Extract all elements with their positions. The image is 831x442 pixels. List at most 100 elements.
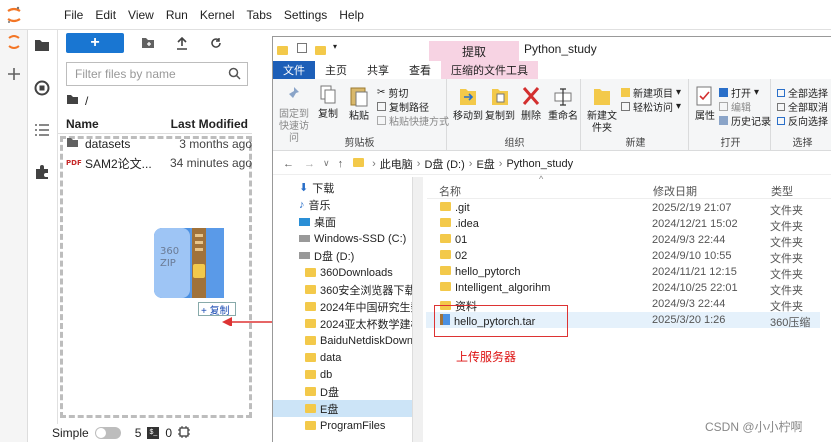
back-icon[interactable]: ← <box>283 158 294 170</box>
new-item-button[interactable]: 新建项目 ▾ <box>621 85 681 100</box>
path-separator-icon: › <box>372 157 376 170</box>
invert-selection-button[interactable]: 反向选择 <box>777 113 828 128</box>
menu-kernel[interactable]: Kernel <box>194 8 241 22</box>
file-row[interactable]: 02 2024/9/10 10:55 文件夹 <box>426 248 831 265</box>
nav-item-folder[interactable]: D盘 <box>273 383 412 400</box>
copy-to-label: 复制到 <box>485 111 515 122</box>
file-row[interactable]: hello_pytorch 2024/11/21 12:15 文件夹 <box>426 264 831 281</box>
simple-mode-toggle[interactable] <box>94 427 121 439</box>
address-bar[interactable]: ← → ∨ ↑ › 此电脑 › D盘 (D:) › E盘 › Python_st… <box>273 153 831 175</box>
delete-button[interactable]: 删除 <box>519 85 543 123</box>
menu-view[interactable]: View <box>122 8 160 22</box>
column-name[interactable]: Name <box>58 117 171 131</box>
properties-quick-icon[interactable] <box>297 43 307 53</box>
menu-edit[interactable]: Edit <box>89 8 122 22</box>
nav-item-desktop[interactable]: 桌面 <box>273 213 412 230</box>
delete-icon <box>522 87 540 105</box>
folder-icon <box>305 285 316 294</box>
path-this-pc[interactable]: 此电脑 <box>380 156 413 172</box>
running-icon[interactable] <box>34 80 50 99</box>
properties-button[interactable]: 属性 <box>693 85 717 123</box>
copy-to-button[interactable]: 复制到 <box>485 85 515 123</box>
easy-access-button[interactable]: 轻松访问 ▾ <box>621 99 681 114</box>
menu-help[interactable]: Help <box>333 8 370 22</box>
extension-icon[interactable] <box>34 164 50 183</box>
nav-item-folder[interactable]: data <box>273 349 412 366</box>
nav-item-folder[interactable]: 360Downloads <box>273 264 412 281</box>
menu-tabs[interactable]: Tabs <box>241 8 278 22</box>
file-row[interactable]: Intelligent_algorihm 2024/10/25 22:01 文件夹 <box>426 280 831 297</box>
edit-button[interactable]: 编辑 <box>719 99 751 114</box>
nav-item-e-selected[interactable]: E盘 <box>273 400 412 417</box>
column-name[interactable]: 名称 <box>439 183 461 199</box>
column-last-modified[interactable]: Last Modified <box>171 117 252 131</box>
refresh-icon[interactable] <box>206 33 226 53</box>
rename-button[interactable]: 重命名 <box>547 85 579 123</box>
up-icon[interactable]: ↑ <box>338 158 344 170</box>
file-row[interactable]: 01 2024/9/3 22:44 文件夹 <box>426 232 831 249</box>
recent-dropdown-icon[interactable]: ∨ <box>323 158 330 169</box>
nav-scrollbar[interactable] <box>413 177 423 442</box>
menu-run[interactable]: Run <box>160 8 194 22</box>
tab-home[interactable]: 主页 <box>315 61 357 79</box>
plus-icon[interactable] <box>4 64 24 84</box>
context-tab-extract[interactable]: 提取 <box>429 41 519 61</box>
file-row[interactable]: datasets 3 months ago <box>66 135 252 153</box>
tab-compressed-tools[interactable]: 压缩的文件工具 <box>441 61 538 79</box>
tab-file[interactable]: 文件 <box>273 61 315 79</box>
item-name: 02 <box>455 250 468 262</box>
nav-item-folder[interactable]: db <box>273 366 412 383</box>
terminal-icon[interactable]: $_ <box>147 427 160 439</box>
tab-view[interactable]: 查看 <box>399 61 441 79</box>
move-to-button[interactable]: 移动到 <box>453 85 483 123</box>
zip-archive-icon: 360 ZIP <box>152 224 230 302</box>
new-folder-quick-icon[interactable] <box>315 44 330 58</box>
history-button[interactable]: 历史记录 <box>719 113 771 128</box>
paste-shortcut-button[interactable]: 粘贴快捷方式 <box>377 113 449 128</box>
tab-share[interactable]: 共享 <box>357 61 399 79</box>
launcher-icon[interactable] <box>4 32 24 52</box>
menu-settings[interactable]: Settings <box>278 8 333 22</box>
path-e[interactable]: E盘 <box>476 156 494 172</box>
kernel-icon[interactable] <box>178 425 191 441</box>
nav-item-music[interactable]: ♪ 音乐 <box>273 196 412 213</box>
forward-icon[interactable]: → <box>304 158 315 170</box>
column-date[interactable]: 修改日期 <box>653 183 697 199</box>
nav-item-folder[interactable]: 360安全浏览器下载 <box>273 281 412 298</box>
organize-group-label: 组织 <box>504 138 525 149</box>
customize-dropdown-icon[interactable]: ▾ <box>333 42 337 51</box>
nav-item-d-drive[interactable]: D盘 (D:) <box>273 247 412 264</box>
paste-button[interactable]: 粘贴 <box>347 85 371 123</box>
file-row[interactable]: .git 2025/2/19 21:07 文件夹 <box>426 200 831 217</box>
copy-button[interactable]: 复制 <box>317 85 339 121</box>
search-input[interactable]: Filter files by name <box>66 62 248 86</box>
path-python-study[interactable]: Python_study <box>506 158 573 170</box>
select-all-button[interactable]: 全部选择 <box>777 85 828 100</box>
nav-item-folder[interactable]: 2024年中国研究生数学建 <box>273 298 412 315</box>
new-launcher-button[interactable]: + <box>66 33 124 53</box>
new-folder-icon[interactable] <box>138 33 158 53</box>
nav-label: 2024年中国研究生数学建 <box>320 301 412 314</box>
nav-item-folder[interactable]: BaiduNetdiskDownload <box>273 332 412 349</box>
folder-icon[interactable] <box>66 94 79 108</box>
select-none-button[interactable]: 全部取消 <box>777 99 828 114</box>
copy-path-button[interactable]: 复制路径 <box>377 99 429 114</box>
nav-item-folder[interactable]: ProgramFiles <box>273 417 412 434</box>
new-folder-button[interactable]: 新建文件夹 <box>587 85 617 135</box>
folder-icon <box>66 137 79 151</box>
cut-button[interactable]: ✂ 剪切 <box>377 85 408 100</box>
breadcrumb-root[interactable]: / <box>85 94 88 108</box>
path-d-drive[interactable]: D盘 (D:) <box>424 156 464 172</box>
nav-item-folder[interactable]: 2024亚太杯数学建模 <box>273 315 412 332</box>
file-row[interactable]: .idea 2024/12/21 15:02 文件夹 <box>426 216 831 233</box>
file-row[interactable]: PDF SAM2论文... 34 minutes ago <box>66 154 252 172</box>
folder-icon <box>305 336 316 345</box>
toc-icon[interactable] <box>34 123 50 140</box>
upload-icon[interactable] <box>172 33 192 53</box>
menu-file[interactable]: File <box>58 8 89 22</box>
folder-icon <box>305 370 316 379</box>
column-type[interactable]: 类型 <box>771 183 793 199</box>
nav-item-c-drive[interactable]: Windows-SSD (C:) <box>273 230 412 247</box>
open-button[interactable]: 打开 ▾ <box>719 85 759 100</box>
nav-item-downloads[interactable]: ⬇ 下载 <box>273 179 412 196</box>
